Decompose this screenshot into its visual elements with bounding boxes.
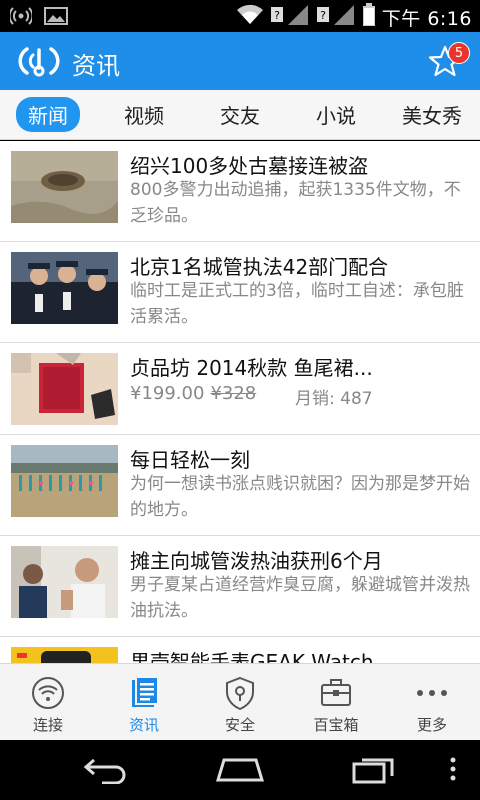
list-item[interactable]: 摊主向城管泼热油获刑6个月 男子夏某占道经营炸臭豆腐，躲避城管并泼热油抗法。 [0,536,480,637]
back-icon[interactable] [82,754,130,788]
tab-novels[interactable]: 小说 [288,100,384,129]
nav-label: 资讯 [128,716,159,734]
svg-text:?: ? [274,9,280,22]
signal-icon [8,6,34,30]
original-price: ¥328 [210,383,257,404]
more-icon [417,690,447,696]
nav-connect[interactable]: 连接 [0,664,96,740]
thumbnail-image [11,252,118,324]
list-item[interactable]: 每日轻松一刻 为何一想读书涨点贱识就困？因为那是梦开始的地方。 [0,435,480,536]
nav-news[interactable]: 资讯 [96,664,192,740]
recents-icon[interactable] [350,754,398,788]
svg-text:?: ? [320,9,326,22]
app-logo-icon [18,44,60,78]
current-price: ¥199.00 [130,383,205,404]
item-title: 北京1名城管执法42部门配合 [130,255,389,279]
home-icon[interactable] [214,754,266,788]
wifi-icon [236,4,264,30]
list-item[interactable]: 绍兴100多处古墓接连被盗 800多警力出动追捕，起获1335件文物，不乏珍品。 [0,141,480,242]
app-bar: 资讯 [0,32,480,90]
notification-badge: 5 [448,42,470,64]
tab-news[interactable]: 新闻 [0,97,96,132]
status-bar: ? ? 下午 6:16 [0,0,480,32]
battery-icon [362,3,376,31]
thumbnail-image [11,647,118,663]
bottom-navigation: 连接 资讯 安全 百宝箱 更多 [0,663,480,740]
list-item[interactable]: 贞品坊 2014秋款 鱼尾裙... ¥199.00 ¥328 月销: 487 [0,343,480,435]
monthly-sales: 月销: 487 [295,389,373,409]
news-list: 绍兴100多处古墓接连被盗 800多警力出动追捕，起获1335件文物，不乏珍品。… [0,141,480,663]
item-description: 男子夏某占道经营炸臭豆腐，躲避城管并泼热油抗法。 [130,575,470,621]
nav-security[interactable]: 安全 [192,664,288,740]
toolbox-icon [321,679,351,706]
wifi-connect-icon [32,677,64,709]
item-description: 为何一想读书涨点贱识就困？因为那是梦开始的地方。 [130,474,470,520]
category-tabs: 新闻 视频 交友 小说 美女秀 [0,90,480,140]
thumbnail-image [11,546,118,618]
nav-label: 安全 [224,716,255,734]
sim-signal-icon: ? [270,3,310,31]
list-item[interactable]: 北京1名城管执法42部门配合 临时工是正式工的3倍，临时工自述：承包脏活累活。 [0,242,480,343]
item-description: 临时工是正式工的3倍，临时工自述：承包脏活累活。 [130,281,464,327]
page-title: 资讯 [72,52,120,80]
tab-video[interactable]: 视频 [96,100,192,129]
item-title: 每日轻松一刻 [130,448,250,472]
nav-more[interactable]: 更多 [384,664,480,740]
item-description: 800多警力出动追捕，起获1335件文物，不乏珍品。 [130,180,461,226]
overflow-menu-icon[interactable] [448,754,458,788]
item-title: 果壳智能手表GEAK Watch [130,650,374,663]
nav-label: 更多 [416,716,447,734]
nav-label: 百宝箱 [313,716,359,734]
image-icon [44,6,68,30]
sim-signal-icon: ? [316,3,356,31]
tab-label: 视频 [124,104,164,128]
thumbnail-image [11,353,118,425]
tab-label: 小说 [316,104,356,128]
nav-label: 连接 [32,716,63,734]
tab-label: 新闻 [16,97,80,132]
shield-icon [226,676,254,710]
nav-toolbox[interactable]: 百宝箱 [288,664,384,740]
item-title: 摊主向城管泼热油获刑6个月 [130,549,383,573]
system-navigation-bar [0,740,480,800]
clock: 下午 6:16 [381,7,472,30]
tab-beauty-show[interactable]: 美女秀 [384,100,480,129]
item-price: ¥199.00 ¥328 [130,383,256,404]
list-item[interactable]: 果壳智能手表GEAK Watch [0,637,480,663]
news-icon [132,676,159,707]
tab-friends[interactable]: 交友 [192,100,288,129]
item-title: 贞品坊 2014秋款 鱼尾裙... [130,356,373,380]
item-title: 绍兴100多处古墓接连被盗 [130,154,369,178]
tab-label: 交友 [220,104,260,128]
tab-label: 美女秀 [402,104,462,128]
thumbnail-image [11,445,118,517]
thumbnail-image [11,151,118,223]
